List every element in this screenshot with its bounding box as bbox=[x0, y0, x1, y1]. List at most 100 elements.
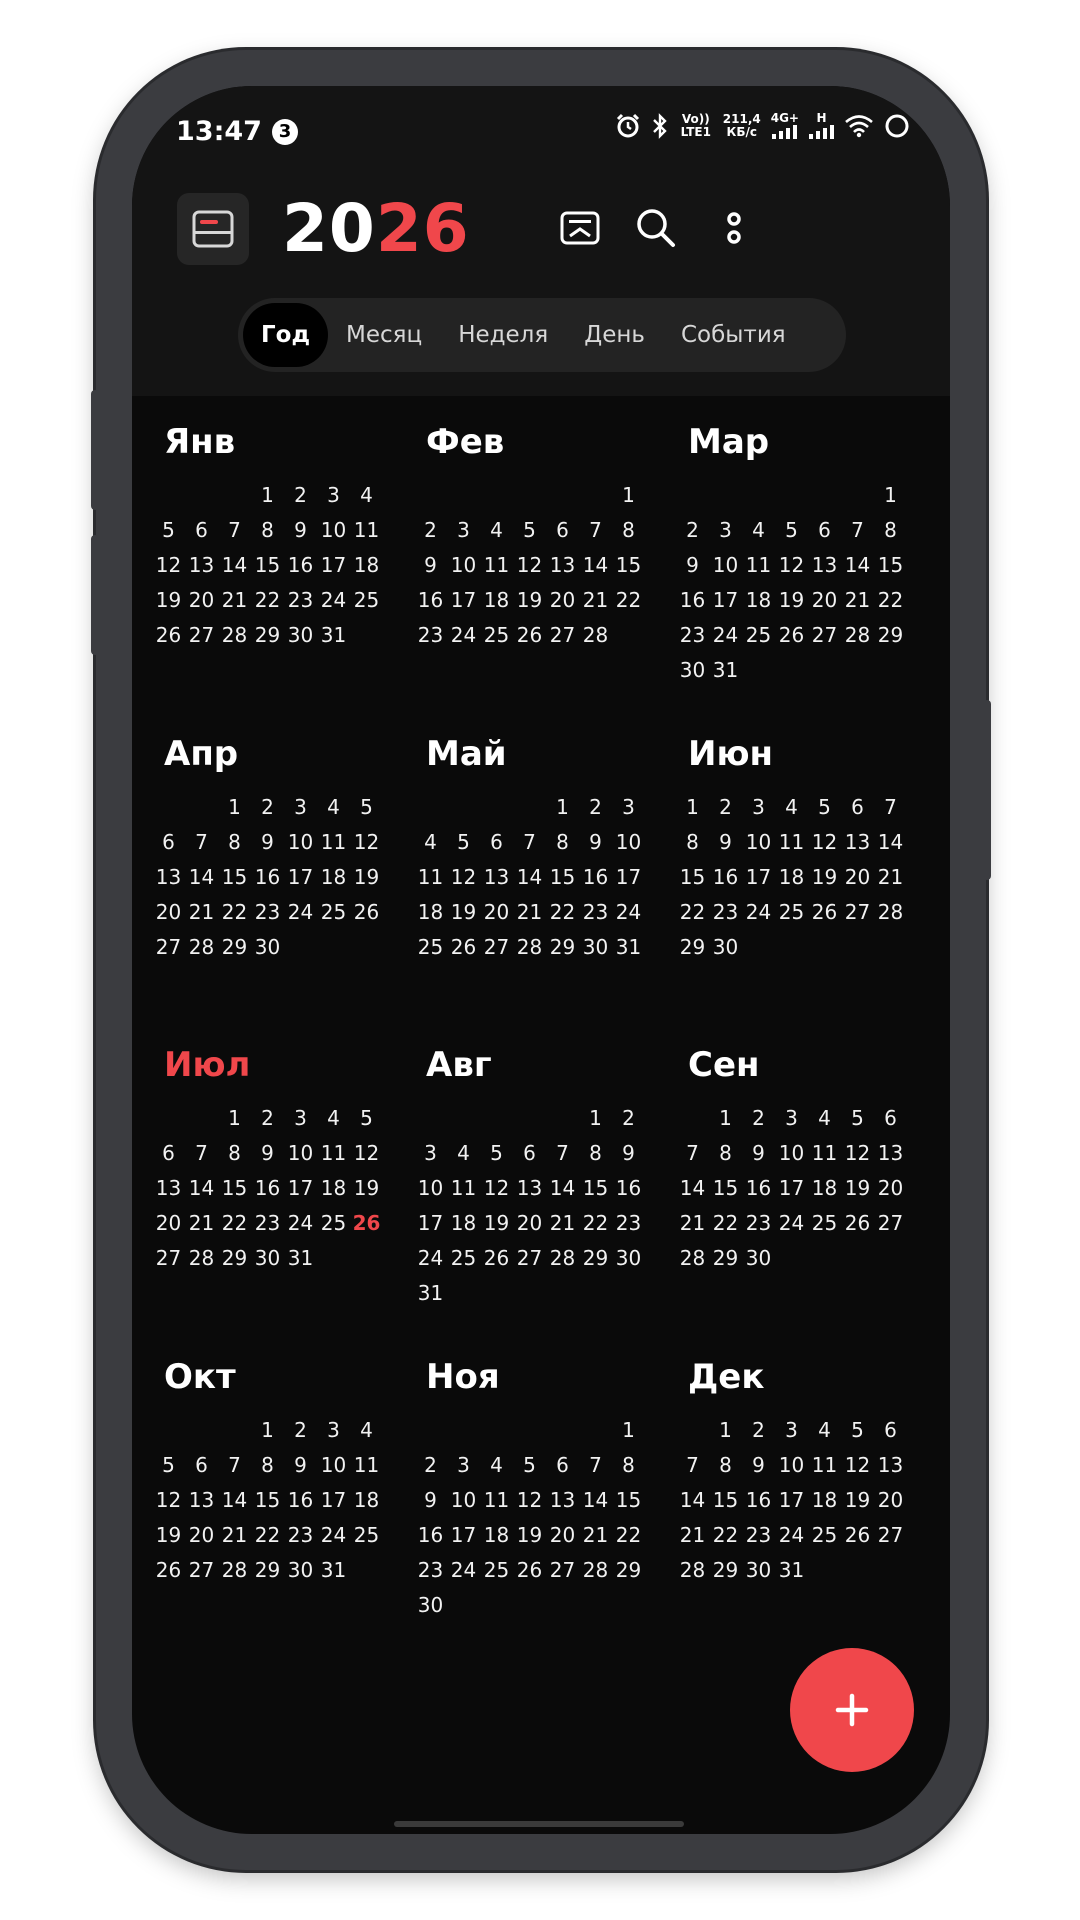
day-cell[interactable]: 4 bbox=[775, 790, 808, 825]
day-cell[interactable]: 2 bbox=[284, 1413, 317, 1448]
day-cell[interactable]: 27 bbox=[841, 895, 874, 930]
day-cell[interactable]: 6 bbox=[841, 790, 874, 825]
day-cell[interactable]: 9 bbox=[742, 1448, 775, 1483]
day-cell[interactable]: 3 bbox=[447, 513, 480, 548]
day-cell[interactable]: 31 bbox=[775, 1553, 808, 1588]
day-cell[interactable]: 11 bbox=[317, 825, 350, 860]
day-cell[interactable]: 5 bbox=[447, 825, 480, 860]
day-cell[interactable]: 19 bbox=[350, 860, 383, 895]
day-cell[interactable]: 3 bbox=[775, 1413, 808, 1448]
day-cell[interactable]: 7 bbox=[185, 1136, 218, 1171]
day-cell[interactable]: 19 bbox=[513, 583, 546, 618]
day-cell[interactable]: 11 bbox=[808, 1136, 841, 1171]
day-cell[interactable]: 4 bbox=[480, 1448, 513, 1483]
day-cell[interactable]: 26 bbox=[447, 930, 480, 965]
day-cell[interactable]: 26 bbox=[350, 895, 383, 930]
tab-week[interactable]: Неделя bbox=[440, 303, 566, 367]
day-cell[interactable]: 19 bbox=[841, 1171, 874, 1206]
day-cell[interactable]: 21 bbox=[579, 1518, 612, 1553]
day-cell[interactable]: 10 bbox=[775, 1448, 808, 1483]
day-cell[interactable]: 13 bbox=[185, 548, 218, 583]
day-cell[interactable]: 27 bbox=[152, 930, 185, 965]
day-cell[interactable]: 3 bbox=[317, 1413, 350, 1448]
day-cell[interactable]: 13 bbox=[152, 860, 185, 895]
day-cell[interactable]: 14 bbox=[676, 1483, 709, 1518]
day-cell[interactable]: 28 bbox=[579, 618, 612, 653]
day-cell[interactable]: 10 bbox=[284, 1136, 317, 1171]
day-cell[interactable]: 18 bbox=[350, 548, 383, 583]
day-cell[interactable]: 12 bbox=[152, 548, 185, 583]
day-cell[interactable]: 12 bbox=[513, 1483, 546, 1518]
month-block[interactable]: Июн 1 2 3 4 5 6 7 8 9 10 11 12 13 14 15 16 17 18 19 20 21 22 23… bbox=[676, 728, 926, 965]
day-cell[interactable]: 24 bbox=[447, 1553, 480, 1588]
day-cell[interactable]: 26 bbox=[152, 618, 185, 653]
day-cell[interactable]: 3 bbox=[317, 478, 350, 513]
day-cell[interactable]: 25 bbox=[414, 930, 447, 965]
day-cell[interactable]: 4 bbox=[350, 1413, 383, 1448]
day-cell[interactable]: 4 bbox=[808, 1101, 841, 1136]
day-cell[interactable]: 8 bbox=[612, 1448, 645, 1483]
month-block[interactable]: Дек 1 2 3 4 5 6 7 8 9 10 11 12 13 14 15 16 17 18 19 20 21 22 23… bbox=[676, 1351, 926, 1588]
day-cell[interactable]: 3 bbox=[742, 790, 775, 825]
day-cell[interactable]: 22 bbox=[579, 1206, 612, 1241]
day-cell[interactable]: 21 bbox=[185, 895, 218, 930]
day-cell[interactable]: 8 bbox=[251, 513, 284, 548]
day-cell[interactable]: 23 bbox=[251, 895, 284, 930]
month-block[interactable]: Июл 1 2 3 4 5 6 7 8 9 10 11 12 13 14 15 16 17 18 19 20 21 22 23… bbox=[152, 1039, 402, 1276]
day-cell[interactable]: 11 bbox=[414, 860, 447, 895]
day-cell[interactable]: 7 bbox=[676, 1136, 709, 1171]
day-cell[interactable]: 22 bbox=[251, 583, 284, 618]
day-cell[interactable]: 25 bbox=[480, 1553, 513, 1588]
day-cell[interactable]: 28 bbox=[874, 895, 907, 930]
day-cell[interactable]: 30 bbox=[251, 930, 284, 965]
day-cell[interactable]: 10 bbox=[414, 1171, 447, 1206]
day-cell[interactable]: 12 bbox=[841, 1136, 874, 1171]
day-cell[interactable]: 20 bbox=[152, 1206, 185, 1241]
day-cell[interactable]: 2 bbox=[709, 790, 742, 825]
day-cell[interactable]: 21 bbox=[874, 860, 907, 895]
day-cell[interactable]: 19 bbox=[513, 1518, 546, 1553]
today-button[interactable] bbox=[550, 198, 610, 258]
day-cell[interactable]: 24 bbox=[775, 1518, 808, 1553]
day-cell[interactable]: 16 bbox=[284, 1483, 317, 1518]
day-cell[interactable]: 17 bbox=[284, 1171, 317, 1206]
day-cell[interactable]: 22 bbox=[676, 895, 709, 930]
day-cell[interactable]: 16 bbox=[251, 860, 284, 895]
day-cell[interactable]: 1 bbox=[546, 790, 579, 825]
day-cell[interactable]: 7 bbox=[579, 1448, 612, 1483]
day-cell[interactable]: 16 bbox=[414, 1518, 447, 1553]
day-cell[interactable]: 20 bbox=[841, 860, 874, 895]
day-cell[interactable]: 8 bbox=[251, 1448, 284, 1483]
day-cell[interactable]: 13 bbox=[874, 1136, 907, 1171]
day-cell[interactable]: 21 bbox=[513, 895, 546, 930]
tab-month[interactable]: Месяц bbox=[328, 303, 440, 367]
day-cell[interactable]: 11 bbox=[480, 1483, 513, 1518]
day-cell[interactable]: 9 bbox=[414, 548, 447, 583]
day-cell[interactable]: 26 bbox=[841, 1518, 874, 1553]
day-cell[interactable]: 28 bbox=[579, 1553, 612, 1588]
day-cell[interactable]: 22 bbox=[218, 895, 251, 930]
day-cell[interactable]: 30 bbox=[579, 930, 612, 965]
more-button[interactable] bbox=[704, 198, 764, 258]
day-cell[interactable]: 23 bbox=[579, 895, 612, 930]
day-cell[interactable]: 2 bbox=[284, 478, 317, 513]
day-cell[interactable]: 5 bbox=[841, 1101, 874, 1136]
day-cell[interactable]: 6 bbox=[513, 1136, 546, 1171]
day-cell[interactable]: 9 bbox=[709, 825, 742, 860]
day-cell[interactable]: 4 bbox=[447, 1136, 480, 1171]
day-cell[interactable]: 8 bbox=[709, 1448, 742, 1483]
day-cell[interactable]: 16 bbox=[742, 1171, 775, 1206]
day-cell[interactable]: 8 bbox=[709, 1136, 742, 1171]
day-cell[interactable]: 23 bbox=[742, 1206, 775, 1241]
day-cell[interactable]: 27 bbox=[546, 618, 579, 653]
day-cell[interactable]: 12 bbox=[447, 860, 480, 895]
day-cell[interactable]: 17 bbox=[317, 1483, 350, 1518]
day-cell[interactable]: 25 bbox=[480, 618, 513, 653]
day-cell[interactable]: 22 bbox=[251, 1518, 284, 1553]
day-cell[interactable]: 5 bbox=[513, 1448, 546, 1483]
day-cell[interactable]: 19 bbox=[350, 1171, 383, 1206]
day-cell[interactable]: 18 bbox=[480, 1518, 513, 1553]
day-cell[interactable]: 30 bbox=[709, 930, 742, 965]
day-cell[interactable]: 17 bbox=[284, 860, 317, 895]
day-cell[interactable]: 2 bbox=[612, 1101, 645, 1136]
